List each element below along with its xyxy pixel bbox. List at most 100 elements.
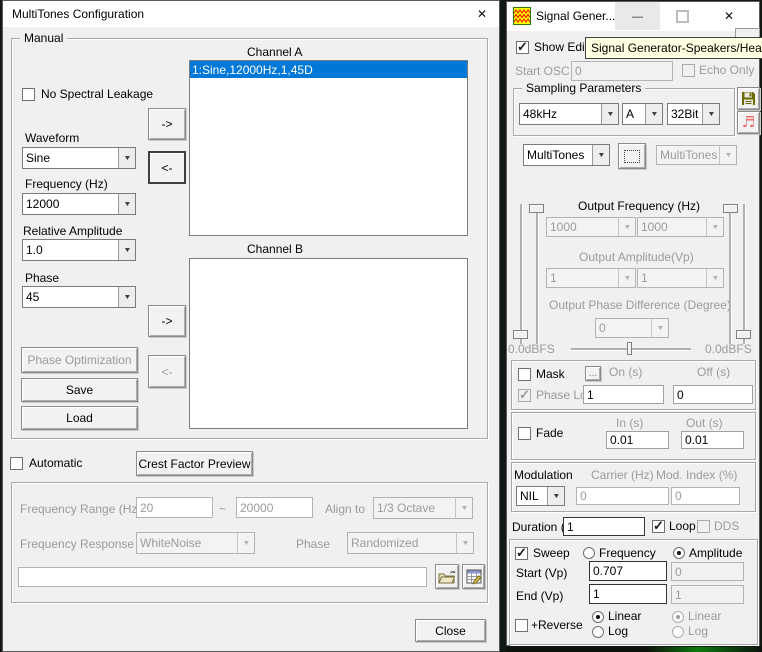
load-button[interactable]: Load: [21, 406, 138, 430]
chevron-down-icon[interactable]: [118, 194, 135, 214]
close-icon[interactable]: [467, 1, 497, 27]
level-slider-left-outer-track[interactable]: [520, 204, 522, 344]
reverse-label[interactable]: +Reverse: [531, 619, 583, 632]
output-frequency-b-combo[interactable]: 1000: [637, 217, 724, 237]
echo-only-checkbox[interactable]: [682, 64, 695, 77]
mask-label[interactable]: Mask: [536, 368, 565, 381]
sweep-linear-radio[interactable]: [592, 611, 604, 623]
wave-select-button[interactable]: [618, 143, 646, 169]
sampling-bits-combo[interactable]: 32Bit: [667, 103, 720, 125]
level-slider-right-inner-track[interactable]: [729, 204, 731, 344]
sweep-linear-label[interactable]: Linear: [608, 610, 641, 623]
sweep-label[interactable]: Sweep: [533, 547, 570, 560]
sweep-linear-label-b[interactable]: Linear: [688, 610, 721, 623]
reverse-checkbox[interactable]: [515, 619, 528, 632]
loop-checkbox[interactable]: [652, 520, 665, 533]
output-frequency-a-combo[interactable]: 1000: [546, 217, 636, 237]
channel-b-listbox[interactable]: [189, 258, 468, 429]
phase-optimization-button[interactable]: Phase Optimization: [21, 347, 138, 373]
relative-amplitude-combo[interactable]: 1.0: [22, 239, 136, 261]
sweep-start-input[interactable]: 0.707: [589, 561, 667, 581]
auto-phase-combo[interactable]: Randomized: [347, 532, 474, 554]
fade-in-input[interactable]: 0.01: [606, 431, 669, 449]
sweep-amplitude-radio[interactable]: [673, 547, 685, 559]
close-button[interactable]: Close: [415, 619, 486, 642]
fade-out-input[interactable]: 0.01: [681, 431, 744, 449]
save-button[interactable]: Save: [21, 378, 138, 402]
sweep-start-input-b[interactable]: 0: [671, 562, 744, 581]
level-slider-right-inner-thumb[interactable]: [723, 204, 738, 213]
sweep-frequency-radio[interactable]: [583, 547, 595, 559]
maximize-button[interactable]: [660, 2, 705, 30]
start-osc-input[interactable]: 0: [571, 61, 673, 81]
sweep-log-label-b[interactable]: Log: [688, 625, 708, 638]
automatic-checkbox[interactable]: [10, 457, 23, 470]
carrier-input[interactable]: 0: [576, 487, 669, 505]
open-file-button[interactable]: [435, 564, 459, 589]
save-signal-button[interactable]: [737, 87, 760, 110]
level-slider-left-inner-track[interactable]: [536, 204, 538, 344]
balance-slider-thumb[interactable]: [627, 342, 632, 355]
move-right-button-a[interactable]: ->: [148, 108, 186, 140]
sweep-linear-radio-b[interactable]: [672, 611, 684, 623]
align-to-combo[interactable]: 1/3 Octave: [373, 497, 473, 519]
mask-checkbox[interactable]: [518, 368, 531, 381]
sweep-log-radio-b[interactable]: [672, 626, 684, 638]
frequency-range-max-input[interactable]: 20000: [236, 497, 313, 518]
level-slider-left-inner-thumb[interactable]: [529, 204, 544, 213]
frequency-range-min-input[interactable]: 20: [136, 497, 213, 518]
crest-factor-preview-button[interactable]: Crest Factor Preview: [136, 451, 253, 476]
fade-label[interactable]: Fade: [536, 427, 563, 440]
no-spectral-leakage-label[interactable]: No Spectral Leakage: [41, 88, 153, 101]
mod-index-input[interactable]: 0: [671, 487, 740, 505]
chevron-down-icon[interactable]: [592, 145, 609, 165]
sampling-channel-combo[interactable]: A: [622, 103, 663, 125]
sweep-checkbox[interactable]: [515, 547, 528, 560]
wave-type-combo[interactable]: MultiTones: [523, 144, 610, 166]
frequency-combo[interactable]: 12000: [22, 193, 136, 215]
waveform-combo[interactable]: Sine: [22, 147, 136, 169]
level-slider-right-outer-track[interactable]: [743, 204, 745, 344]
file-path-input[interactable]: [18, 567, 427, 587]
echo-only-label[interactable]: Echo Only: [699, 64, 754, 77]
sweep-log-label[interactable]: Log: [608, 625, 628, 638]
multitones-titlebar[interactable]: MultiTones Configuration: [3, 1, 499, 27]
chevron-down-icon[interactable]: [702, 104, 719, 124]
no-spectral-leakage-checkbox[interactable]: [22, 88, 35, 101]
phase-lock-checkbox[interactable]: [518, 389, 531, 402]
chevron-down-icon[interactable]: [601, 104, 618, 124]
loop-label[interactable]: Loop: [669, 520, 696, 533]
sweep-end-input-b[interactable]: 1: [671, 585, 744, 604]
tone-preview-button[interactable]: ♬: [737, 111, 760, 134]
sweep-frequency-label[interactable]: Frequency: [599, 547, 656, 560]
wave-type-combo-b[interactable]: MultiTones: [656, 145, 737, 165]
automatic-label[interactable]: Automatic: [29, 457, 82, 470]
chevron-down-icon[interactable]: [547, 487, 564, 505]
mask-off-input[interactable]: 0: [673, 385, 753, 404]
chevron-down-icon[interactable]: [118, 240, 135, 260]
output-phase-combo[interactable]: 0: [595, 318, 669, 338]
frequency-response-combo[interactable]: WhiteNoise: [136, 532, 255, 554]
output-amplitude-b-combo[interactable]: 1: [637, 268, 724, 288]
show-editor-checkbox[interactable]: [516, 41, 529, 54]
move-left-button-b[interactable]: <-: [148, 355, 186, 388]
modulation-combo[interactable]: NIL: [516, 486, 565, 506]
sampling-rate-combo[interactable]: 48kHz: [519, 103, 619, 125]
channel-a-listbox[interactable]: 1:Sine,12000Hz,1,45D: [189, 60, 468, 236]
minimize-button[interactable]: [615, 2, 660, 30]
edit-table-button[interactable]: [462, 564, 485, 589]
channel-a-selected-item[interactable]: 1:Sine,12000Hz,1,45D: [190, 61, 467, 78]
mask-on-input[interactable]: 1: [583, 385, 664, 404]
sweep-amplitude-label[interactable]: Amplitude: [689, 547, 742, 560]
phase-combo[interactable]: 45: [22, 286, 136, 308]
fade-checkbox[interactable]: [518, 427, 531, 440]
move-right-button-b[interactable]: ->: [148, 305, 186, 337]
duration-input[interactable]: 1: [563, 517, 645, 536]
sweep-log-radio[interactable]: [592, 626, 604, 638]
level-slider-right-outer-thumb[interactable]: [736, 330, 751, 339]
chevron-down-icon[interactable]: [118, 148, 135, 168]
chevron-down-icon[interactable]: [645, 104, 662, 124]
output-amplitude-a-combo[interactable]: 1: [546, 268, 636, 288]
dds-label[interactable]: DDS: [714, 520, 739, 533]
level-slider-left-outer-thumb[interactable]: [513, 330, 528, 339]
